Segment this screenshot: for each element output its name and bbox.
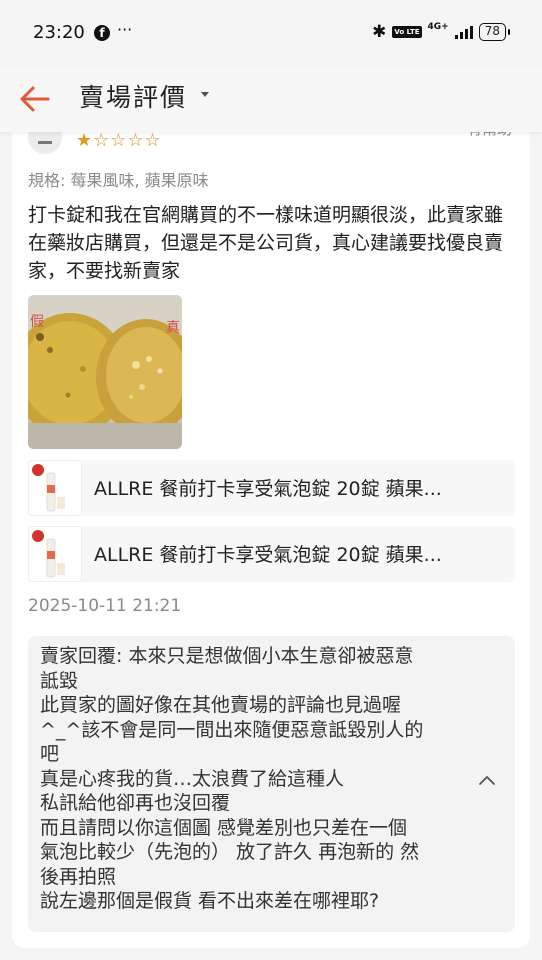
review-photo-image <box>28 295 182 449</box>
photo-label-real: 真 <box>166 320 180 336</box>
status-more: ··· <box>117 20 133 39</box>
caret-down-icon[interactable] <box>201 92 209 97</box>
signal-icon <box>454 25 473 39</box>
app-bar: 賣場評價 <box>0 68 542 132</box>
photo-label-fake: 假 <box>30 314 44 330</box>
product-name: ALLRE 餐前打卡享受氣泡錠 20錠 蘋果... <box>94 478 442 500</box>
product-spec: 規格: 莓果風味, 蘋果原味 <box>28 171 209 190</box>
star-empty-icons: ☆☆☆☆ <box>93 130 162 151</box>
back-arrow-icon[interactable] <box>18 82 52 116</box>
review-card: ★☆☆☆☆ 有幫助 規格: 莓果風味, 蘋果原味 打卡錠和我在官網購買的不一樣味… <box>12 110 530 948</box>
reply-line: 後再拍照 <box>40 865 117 888</box>
bluetooth-icon: ✱ <box>372 22 387 42</box>
status-bar: 23:20 f ··· ✱ Vo LTE 4G+ 78 <box>0 0 542 68</box>
seller-reply[interactable]: 賣家回覆: 本來只是想做個小本生意卻被惡意 詆毀 此買家的圖好像在其他賣場的評論… <box>28 636 515 932</box>
reply-line: 私訊給他卻再也沒回覆 <box>40 792 231 814</box>
chevron-up-icon[interactable] <box>478 774 496 786</box>
review-photo[interactable]: 假 真 <box>28 295 182 449</box>
status-icons: ✱ Vo LTE 4G+ 78 <box>372 22 511 42</box>
status-time: 23:20 <box>33 22 85 43</box>
product-item[interactable]: ALLRE 餐前打卡享受氣泡錠 20錠 蘋果... <box>28 526 515 582</box>
seller-reply-text: 賣家回覆: 本來只是想做個小本生意卻被惡意 詆毀 此買家的圖好像在其他賣場的評論… <box>40 644 480 914</box>
star-filled-icon: ★ <box>76 130 94 151</box>
reply-line: 詆毀 <box>40 669 79 692</box>
review-text: 打卡錠和我在官網購買的不一樣味道明顯很淡，此賣家雖在藥妝店購買，但還是不是公司貨… <box>28 204 504 282</box>
rating-stars: ★☆☆☆☆ <box>76 130 162 151</box>
product-item[interactable]: ALLRE 餐前打卡享受氣泡錠 20錠 蘋果... <box>28 460 515 516</box>
battery-icon: 78 <box>478 23 511 41</box>
volte-icon: Vo LTE <box>392 26 422 38</box>
product-name: ALLRE 餐前打卡享受氣泡錠 20錠 蘋果... <box>94 544 442 566</box>
reply-line: 而且請問以你這個圖 感覺差別也只差在一個 <box>40 816 408 839</box>
reply-line: 氣泡比較少（先泡的） 放了許久 再泡新的 然 <box>40 841 420 863</box>
reply-line: ^_^該不會是同一間出來隨便惡意詆毀別人的 <box>40 718 424 741</box>
facebook-icon: f <box>94 25 110 41</box>
product-thumbnail <box>28 526 82 582</box>
reply-line: 真是心疼我的貨…太浪費了給這種人 <box>40 767 345 790</box>
page-title[interactable]: 賣場評價 <box>79 78 187 114</box>
review-date: 2025-10-11 21:21 <box>28 596 182 616</box>
network-type: 4G+ <box>427 22 449 32</box>
reply-line: 賣家回覆: 本來只是想做個小本生意卻被惡意 <box>40 645 414 667</box>
reply-line: 此買家的圖好像在其他賣場的評論也見過喔 <box>40 694 402 716</box>
product-thumbnail <box>28 460 82 516</box>
reply-line: 吧 <box>40 743 60 765</box>
reply-line: 說左邊那個是假貨 看不出來差在哪裡耶? <box>40 890 380 912</box>
